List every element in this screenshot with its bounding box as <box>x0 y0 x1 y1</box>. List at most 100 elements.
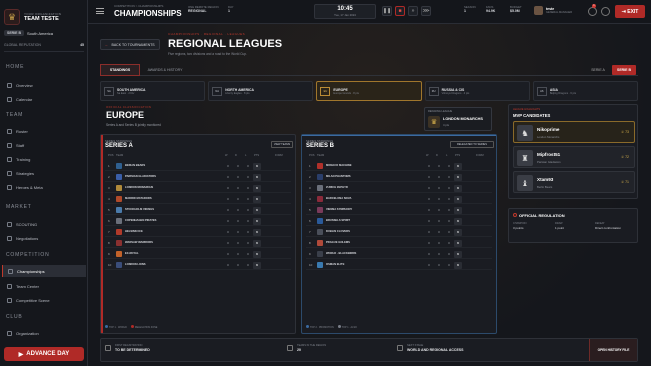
table-row[interactable]: 3 LONDON MONARCHS 0 0 0 0 <box>105 183 291 193</box>
col-team: TEAM <box>317 154 325 157</box>
open-history-button[interactable]: OPEN HISTORY FILE <box>589 339 637 361</box>
table-row[interactable]: 6 BRUSSELS SPIRIT 0 0 0 0 <box>306 216 492 226</box>
row-l: 0 <box>247 241 249 245</box>
team-crest-icon <box>116 196 122 202</box>
sidebar-item-team-center[interactable]: Team Center <box>2 280 86 292</box>
row-l: 0 <box>448 197 450 201</box>
menu-icon[interactable] <box>96 8 104 14</box>
exit-button[interactable]: ⇥ EXIT <box>615 5 645 18</box>
stop-button[interactable]: ■ <box>395 6 405 16</box>
sidebar-item-organization[interactable]: Organization <box>2 327 86 339</box>
negotiations-icon <box>7 235 12 241</box>
tab-awards-history[interactable]: AWARDS & HISTORY <box>142 64 188 76</box>
sidebar-item-championships[interactable]: Championships <box>2 265 86 277</box>
section-subtitle: Five regions, two divisions and a road t… <box>168 52 247 56</box>
table-row[interactable]: 7 DUBLIN CLOVERS 0 0 0 0 <box>306 227 492 237</box>
row-w: 0 <box>428 164 430 168</box>
mvp-candidate[interactable]: ♞ Nikoprime London Monarchs ♕ 73 <box>513 121 635 143</box>
col-w: W <box>225 154 228 157</box>
tab-serie-b[interactable]: SERIE B <box>612 65 636 75</box>
table-row[interactable]: 7 HELSINKI ICE 0 0 0 0 <box>105 227 291 237</box>
brand: ♛ YOUR ORGANIZATION TEAM TESTE <box>4 4 84 30</box>
row-w: 0 <box>227 263 229 267</box>
row-pts: 0 <box>454 250 462 258</box>
table-row[interactable]: 6 COPENHAGEN PIRATES 0 0 0 0 <box>105 216 291 226</box>
pause-button[interactable]: ❚❚ <box>382 6 392 16</box>
advance-day-button[interactable]: ▶ ADVANCE DAY <box>4 347 84 361</box>
table-row[interactable]: 10 OSMAN ELITE 0 0 0 0 <box>306 260 492 270</box>
region-card-eu[interactable]: EU EUROPE Europe Grands · 8 pts <box>316 81 422 101</box>
row-pts: 0 <box>454 261 462 269</box>
table-row[interactable]: 2 MILAN PHANTOMS 0 0 0 0 <box>306 172 492 182</box>
team-crest-icon <box>116 262 122 268</box>
table-row[interactable]: 9 WORLD · BLACKBIRDS 0 0 0 0 <box>306 249 492 259</box>
row-d: 0 <box>237 164 239 168</box>
row-team: PRAGUE GOLEMS <box>326 241 350 244</box>
regulation-col: DRAW 1 point <box>555 222 565 230</box>
table-row[interactable]: 5 STOCKHOLM VIKINGS 0 0 0 0 <box>105 205 291 215</box>
table-row[interactable]: 4 BARCELONA NOVA 0 0 0 0 <box>306 194 492 204</box>
sidebar-item-roster[interactable]: Roster <box>2 125 86 137</box>
next-stage-icon <box>397 345 403 351</box>
tab-standings[interactable]: STANDINGS <box>100 64 140 76</box>
notification-bell-icon[interactable] <box>588 7 597 16</box>
mvp-label: LEAGUE HIGHLIGHTS <box>513 108 541 111</box>
row-d: 0 <box>237 230 239 234</box>
page-title: CHAMPIONSHIPS <box>114 9 182 18</box>
sidebar-item-scouting[interactable]: SCOUTING <box>2 218 86 230</box>
sidebar-item-heroes[interactable]: Heroes & Meta <box>2 181 86 193</box>
table-row[interactable]: 1 MONACO MACHINE 0 0 0 0 <box>306 161 492 171</box>
sidebar-item-staff[interactable]: Staff <box>2 139 86 151</box>
tab-serie-a[interactable]: SERIE A <box>586 65 610 75</box>
row-w: 0 <box>428 197 430 201</box>
table-row[interactable]: 2 PARISIAN GLADIATORS 0 0 0 0 <box>105 172 291 182</box>
nav-section-club: CLUB <box>6 314 23 320</box>
view-teams-button[interactable]: VIEW TEAMS <box>271 141 293 148</box>
sidebar-item-competitive-scene[interactable]: Competitive Scene <box>2 294 86 306</box>
sidebar-item-strategies[interactable]: Strategies <box>2 167 86 179</box>
table-row[interactable]: 1 BERLIN BEARS 0 0 0 0 <box>105 161 291 171</box>
table-row[interactable]: 4 MADRID MATADORS 0 0 0 0 <box>105 194 291 204</box>
stat-day: DAY 1 <box>228 5 234 13</box>
row-team: WARSAW WARRIORS <box>125 241 153 244</box>
table-row[interactable]: 3 ZURICH ZEPHYR 0 0 0 0 <box>306 183 492 193</box>
sidebar-item-negotiations[interactable]: Negotiations <box>2 232 86 244</box>
row-pos: 6 <box>309 219 311 223</box>
back-to-tournaments-button[interactable]: ← BACK TO TOURNAMENTS <box>100 39 160 50</box>
speed-2x-button[interactable]: » <box>408 6 418 16</box>
sidebar-item-training[interactable]: Training <box>2 153 86 165</box>
settings-gear-icon[interactable] <box>601 7 610 16</box>
region-card-ru[interactable]: RU RUSSIA & CIS Volnoye Dragons · 4 pts <box>424 81 530 101</box>
row-pos: 2 <box>309 175 311 179</box>
row-pos: 8 <box>108 241 110 245</box>
table-row[interactable]: 8 PRAGUE GOLEMS 0 0 0 0 <box>306 238 492 248</box>
row-w: 0 <box>428 208 430 212</box>
regulation-col: DEFEAT Direct confrontation <box>595 222 622 230</box>
organization-icon <box>7 330 12 336</box>
stat-region: ONE REMOTE REGION REGIONAL <box>188 5 219 13</box>
table-row[interactable]: 8 WARSAW WARRIORS 0 0 0 0 <box>105 238 291 248</box>
region-card-sa[interactable]: SA SOUTH AMERICA Sa East · 2 Div <box>100 81 206 101</box>
row-team: OSMAN ELITE <box>326 263 345 266</box>
row-pos: 3 <box>309 186 311 190</box>
sidebar-item-calendar[interactable]: Calendar <box>2 93 86 105</box>
mvp-candidate[interactable]: ♜ Mipfrost51 Parisian Gladiators ♕ 72 <box>513 146 635 168</box>
region-card-na[interactable]: NA NORTH AMERICA Liberty Eagles · 8 pts <box>208 81 314 101</box>
table-row[interactable]: 5 VIENNA SYMPHONY 0 0 0 0 <box>306 205 492 215</box>
sidebar-item-overview[interactable]: Overview <box>2 79 86 91</box>
table-row[interactable]: 9 EX-ROYAL 0 0 0 0 <box>105 249 291 259</box>
region-desc: Volnoye Dragons · 4 pts <box>441 91 470 95</box>
region-code: NA <box>212 86 223 96</box>
official-label: OFFICIAL CLASSIFICATION <box>106 105 152 109</box>
user-profile[interactable]: teste GENERAL MANAGER <box>534 6 572 15</box>
series-a-table: SERIES STANDINGS SERIES A VIEW TEAMS POS… <box>100 134 296 334</box>
clock-time: 10:45 <box>337 6 353 12</box>
speed-3x-button[interactable]: ⋙ <box>421 6 431 16</box>
region-card-as[interactable]: AS ASIA Beijing Dragons · 6 pts <box>532 81 639 101</box>
region-name: SOUTH AMERICA <box>117 87 146 92</box>
team-crest-icon <box>317 240 323 246</box>
col-l: L <box>446 154 448 157</box>
mvp-candidate[interactable]: ♝ Xtam93 Berlin Bears ♕ 71 <box>513 171 635 193</box>
relegated-button[interactable]: RELEGATED TO SERIES <box>450 141 494 148</box>
table-row[interactable]: 10 LONDON LIONS 0 0 0 0 <box>105 260 291 270</box>
